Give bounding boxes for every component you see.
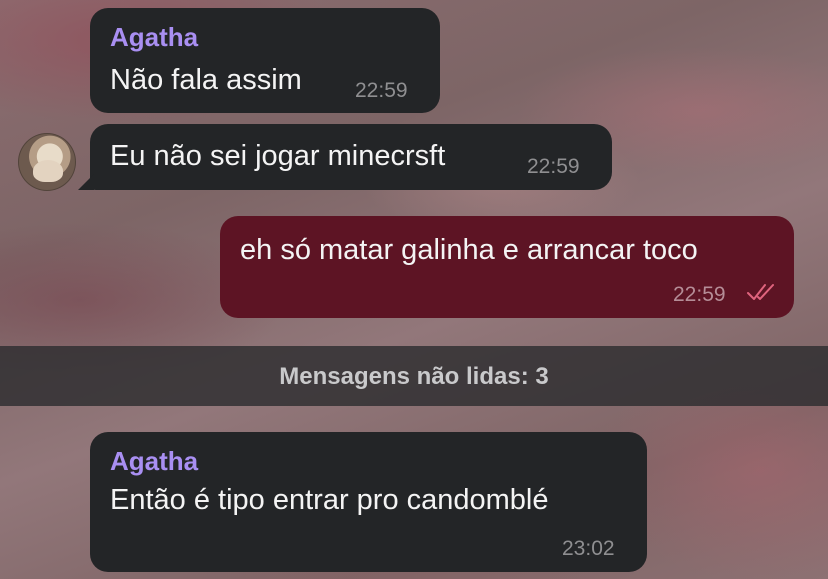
message-text: Então é tipo entrar pro candomblé xyxy=(110,484,549,516)
sender-name[interactable]: Agatha xyxy=(110,446,198,477)
message-text: Eu não sei jogar minecrsft xyxy=(110,140,446,172)
contact-avatar[interactable] xyxy=(18,133,76,191)
sender-name[interactable]: Agatha xyxy=(110,22,198,53)
bubble-tail xyxy=(78,174,94,190)
message-time: 22:59 xyxy=(355,79,408,102)
message-time: 22:59 xyxy=(527,155,580,178)
message-bubble[interactable]: Agatha Então é tipo entrar pro candomblé… xyxy=(90,432,647,572)
unread-messages-divider: Mensagens não lidas: 3 xyxy=(0,346,828,406)
double-check-icon xyxy=(747,284,774,300)
message-text: eh só matar galinha e arrancar toco xyxy=(240,234,698,266)
message-bubble[interactable]: Agatha Não fala assim 22:59 xyxy=(90,8,440,113)
message-time: 23:02 xyxy=(562,537,615,560)
message-bubble[interactable]: Eu não sei jogar minecrsft 22:59 xyxy=(90,124,612,190)
message-bubble[interactable]: eh só matar galinha e arrancar toco 22:5… xyxy=(220,216,794,318)
unread-messages-label: Mensagens não lidas: 3 xyxy=(279,363,549,390)
message-text: Não fala assim xyxy=(110,64,302,96)
message-time: 22:59 xyxy=(673,283,726,306)
